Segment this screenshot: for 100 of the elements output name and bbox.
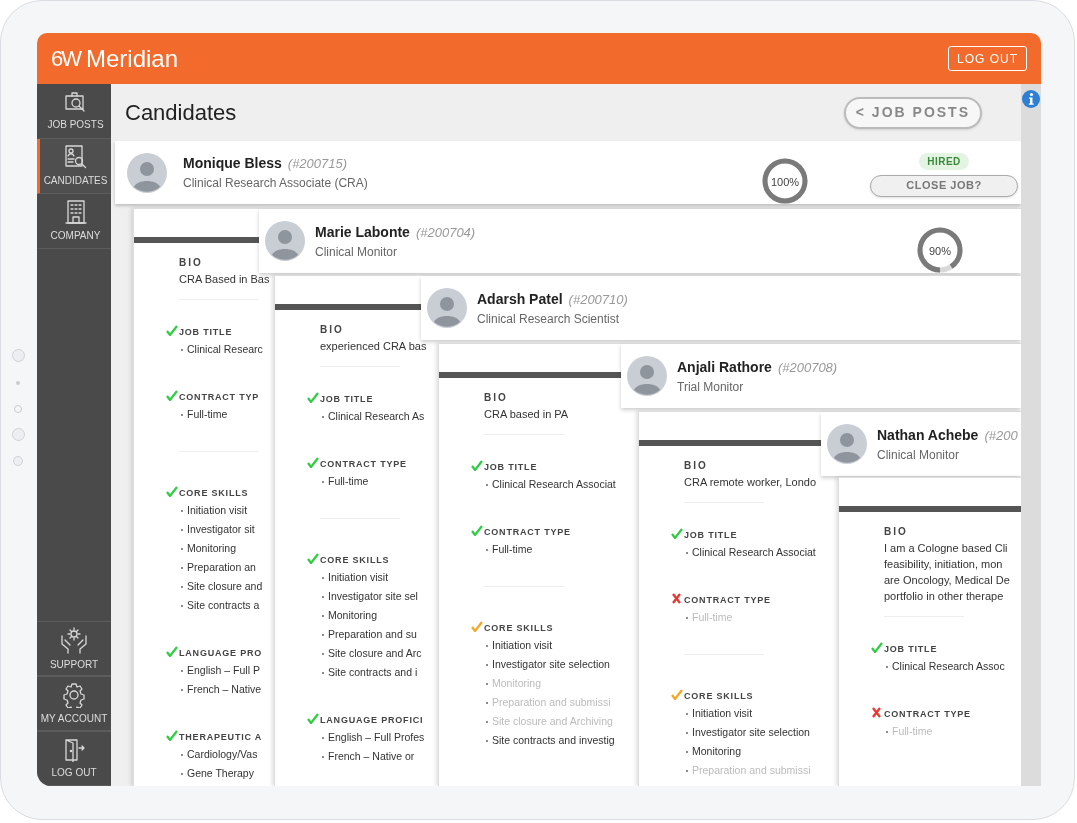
list-item-text: Full-time [692, 609, 733, 625]
candidate-name: Nathan Achebe [877, 425, 979, 445]
status-badge: HIRED [919, 152, 969, 170]
candidate-role: Clinical Research Associate (CRA) [183, 175, 369, 192]
avatar-placeholder [265, 221, 305, 261]
list-item-text: Investigator site sel [328, 588, 418, 604]
list-item-text: Site closure and Archiving [492, 713, 613, 729]
bio-text: experienced CRA bas [320, 339, 427, 354]
profile-search-icon [63, 144, 88, 170]
candidate-name: Anjali Rathore [677, 357, 772, 377]
list-item-text: Clinical Researc [187, 341, 263, 357]
door-exit-icon [63, 737, 85, 762]
section-title: CONTRACT TYPE [484, 526, 571, 539]
section-title: CORE SKILLS [320, 554, 391, 567]
bio-text: CRA remote worker, Londo [684, 475, 817, 490]
list-item-text: Cardiology/Vas [187, 746, 258, 762]
list-item-text: Preparation an [187, 559, 256, 575]
bio-label: BIO [179, 256, 203, 270]
bio-label: BIO [684, 459, 708, 473]
list-item-text: Full-time [892, 723, 933, 739]
gear-icon [61, 681, 87, 708]
building-icon [64, 199, 87, 225]
candidate-role: Trial Monitor [677, 378, 745, 396]
list-item-text: Initiation visit [328, 569, 389, 585]
candidate-role: Clinical Monitor [877, 446, 961, 464]
candidate-role: Clinical Research Scientist [477, 310, 621, 328]
list-item-text: Preparation and submissi [692, 762, 811, 778]
page-title: Candidates [125, 99, 237, 127]
list-item-text: Initiation visit [692, 705, 753, 721]
info-icon[interactable] [1022, 90, 1040, 108]
candidate-name: Marie Labonte [315, 222, 410, 242]
avatar-placeholder [127, 152, 167, 193]
logo-mark: 6W [51, 45, 80, 73]
list-item-text: Preparation and submissi [492, 694, 611, 710]
match-gauge [760, 157, 810, 204]
section-title: CONTRACT TYP [179, 391, 260, 404]
list-item-text: Preparation and su [328, 626, 417, 642]
bio-label: BIO [884, 525, 908, 539]
candidate-id: (#200708) [777, 358, 838, 377]
list-item-text: Investigator sit [187, 521, 255, 537]
list-item-text: Monitoring [328, 607, 378, 623]
section-title: CONTRACT TYPE [684, 594, 771, 607]
list-item-text: Site contracts and investig [492, 732, 615, 748]
candidate-name: Monique Bless [183, 154, 282, 173]
list-item-text: Site contracts and i [328, 664, 418, 680]
list-item-text: Clinical Research Assoc [892, 658, 1005, 674]
candidate-id: (#200715) [287, 155, 348, 173]
bio-text: CRA based in PA [484, 407, 569, 422]
candidate-role: Clinical Monitor [315, 243, 399, 261]
bio-label: BIO [484, 391, 508, 405]
section-title: JOB TITLE [884, 643, 939, 656]
avatar-placeholder [827, 424, 867, 464]
list-item-text: Monitoring [187, 540, 237, 556]
list-item-text: Full-time [328, 473, 369, 489]
list-item-text: Monitoring [692, 743, 742, 759]
list-item-text: Clinical Research As [328, 408, 425, 424]
list-item-text: Site closure and Arc [328, 645, 422, 661]
bio-text: CRA Based in Bas [179, 272, 270, 287]
list-item-text: Investigator site selection [692, 724, 810, 740]
candidate-id: (#200 [984, 426, 1018, 445]
section-title: CORE SKILLS [179, 487, 250, 500]
section-title: LANGUAGE PRO [179, 647, 263, 660]
hands-gear-icon [59, 625, 89, 654]
list-item-text: Full-time [492, 541, 533, 557]
section-title: JOB TITLE [484, 461, 539, 474]
list-item-text: English – Full Profes [328, 729, 425, 745]
list-item-text: Clinical Research Associat [492, 476, 616, 492]
list-item-text: Clinical Research Associat [692, 544, 816, 560]
list-item-text: French – Native or [328, 748, 415, 764]
section-title: CONTRACT TYPE [320, 458, 407, 471]
section-title: JOB TITLE [684, 529, 739, 542]
list-item-text: Full-time [187, 406, 228, 422]
list-item-text: Monitoring [492, 675, 542, 691]
list-item-text: Initiation visit [187, 502, 248, 518]
list-item-text: French – Native [187, 681, 262, 697]
sidebar-item[interactable]: CANDIDATES [37, 139, 111, 194]
section-title: JOB TITLE [179, 326, 234, 339]
section-title: CONTRACT TYPE [884, 708, 971, 721]
bio-text: I am a Cologne based Cli feasibility, initiation, mon are Oncology, Medical De portfolio in other therape [884, 541, 1010, 604]
candidate-name: Adarsh Patel [477, 289, 563, 309]
avatar-placeholder [627, 356, 667, 396]
section-title: CORE SKILLS [484, 622, 555, 635]
list-item-text: Gene Therapy [187, 765, 254, 781]
bio-label: BIO [320, 323, 344, 337]
section-title: THERAPEUTIC A [179, 731, 263, 744]
list-item-text: Site closure and [187, 578, 263, 594]
list-item-text: Site contracts a [187, 597, 260, 613]
brand-name: Meridian [86, 43, 179, 74]
match-gauge [915, 227, 965, 273]
section-title: LANGUAGE PROFICI [320, 714, 425, 727]
candidate-id: (#200710) [568, 290, 628, 309]
list-item-text: Initiation visit [492, 637, 553, 653]
gauge-label: 100% [769, 174, 801, 190]
close-job-button[interactable]: CLOSE JOB? [870, 174, 1018, 197]
list-item-text: Investigator site selection [492, 656, 610, 672]
candidate-id: (#200704) [415, 223, 476, 242]
list-item-text: English – Full P [187, 662, 260, 678]
section-title: JOB TITLE [320, 393, 375, 406]
section-title: CORE SKILLS [684, 690, 755, 703]
gauge-label: 90% [928, 244, 952, 259]
